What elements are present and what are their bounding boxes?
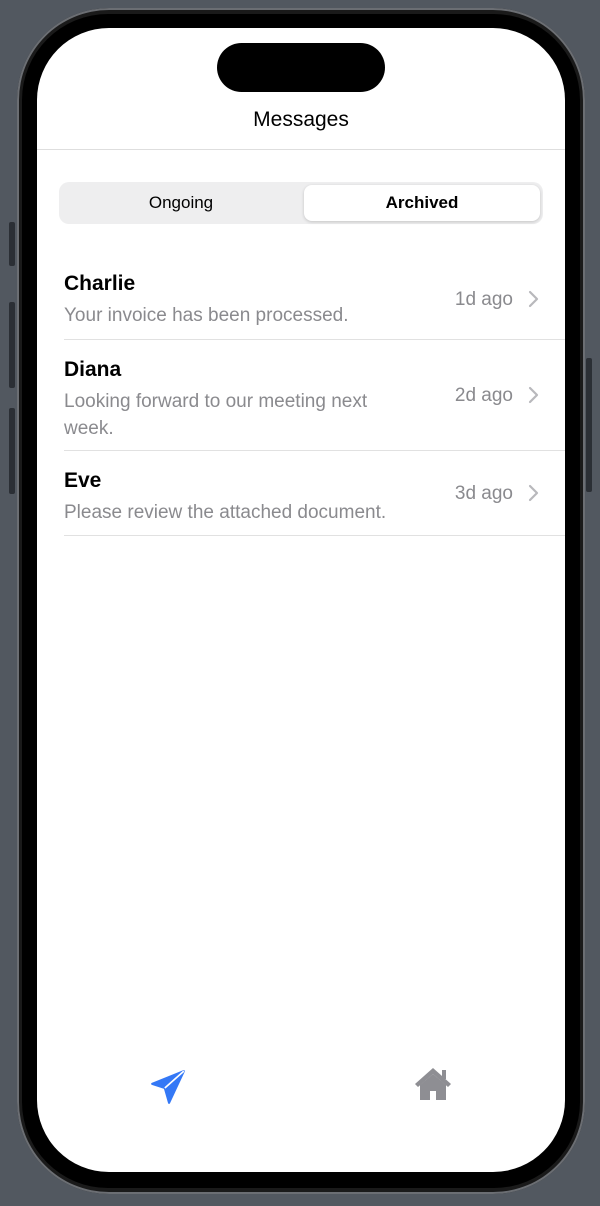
volume-up-button (9, 302, 15, 388)
house-icon[interactable] (413, 1066, 453, 1102)
message-row[interactable]: Diana Looking forward to our meeting nex… (64, 340, 565, 451)
dynamic-island (217, 43, 385, 92)
nav-divider (37, 149, 565, 150)
silent-switch (9, 222, 15, 266)
message-time: 2d ago (454, 385, 513, 406)
message-row[interactable]: Charlie Your invoice has been processed.… (64, 254, 565, 340)
sender-name: Eve (64, 469, 102, 492)
power-button (586, 358, 592, 492)
app-screen: Messages Ongoing Archived Charlie Your i… (37, 28, 565, 1172)
chevron-right-icon (528, 386, 539, 404)
message-preview: Your invoice has been processed. (64, 305, 349, 326)
chevron-right-icon (528, 290, 539, 308)
message-list: Charlie Your invoice has been processed.… (64, 254, 565, 536)
message-time: 3d ago (454, 483, 513, 504)
sender-name: Charlie (64, 272, 136, 295)
chevron-right-icon (528, 484, 539, 502)
page-title: Messages (253, 108, 349, 131)
paper-plane-icon[interactable] (149, 1068, 187, 1106)
message-row[interactable]: Eve Please review the attached document.… (64, 451, 565, 536)
sender-name: Diana (64, 358, 122, 381)
segment-archived[interactable]: Archived (304, 185, 540, 221)
message-time: 1d ago (454, 289, 513, 310)
segment-ongoing[interactable]: Ongoing (62, 185, 300, 221)
message-preview: Looking forward to our meeting next week… (64, 391, 368, 439)
segmented-control: Ongoing Archived (59, 182, 543, 224)
message-preview: Please review the attached document. (64, 502, 387, 523)
volume-down-button (9, 408, 15, 494)
